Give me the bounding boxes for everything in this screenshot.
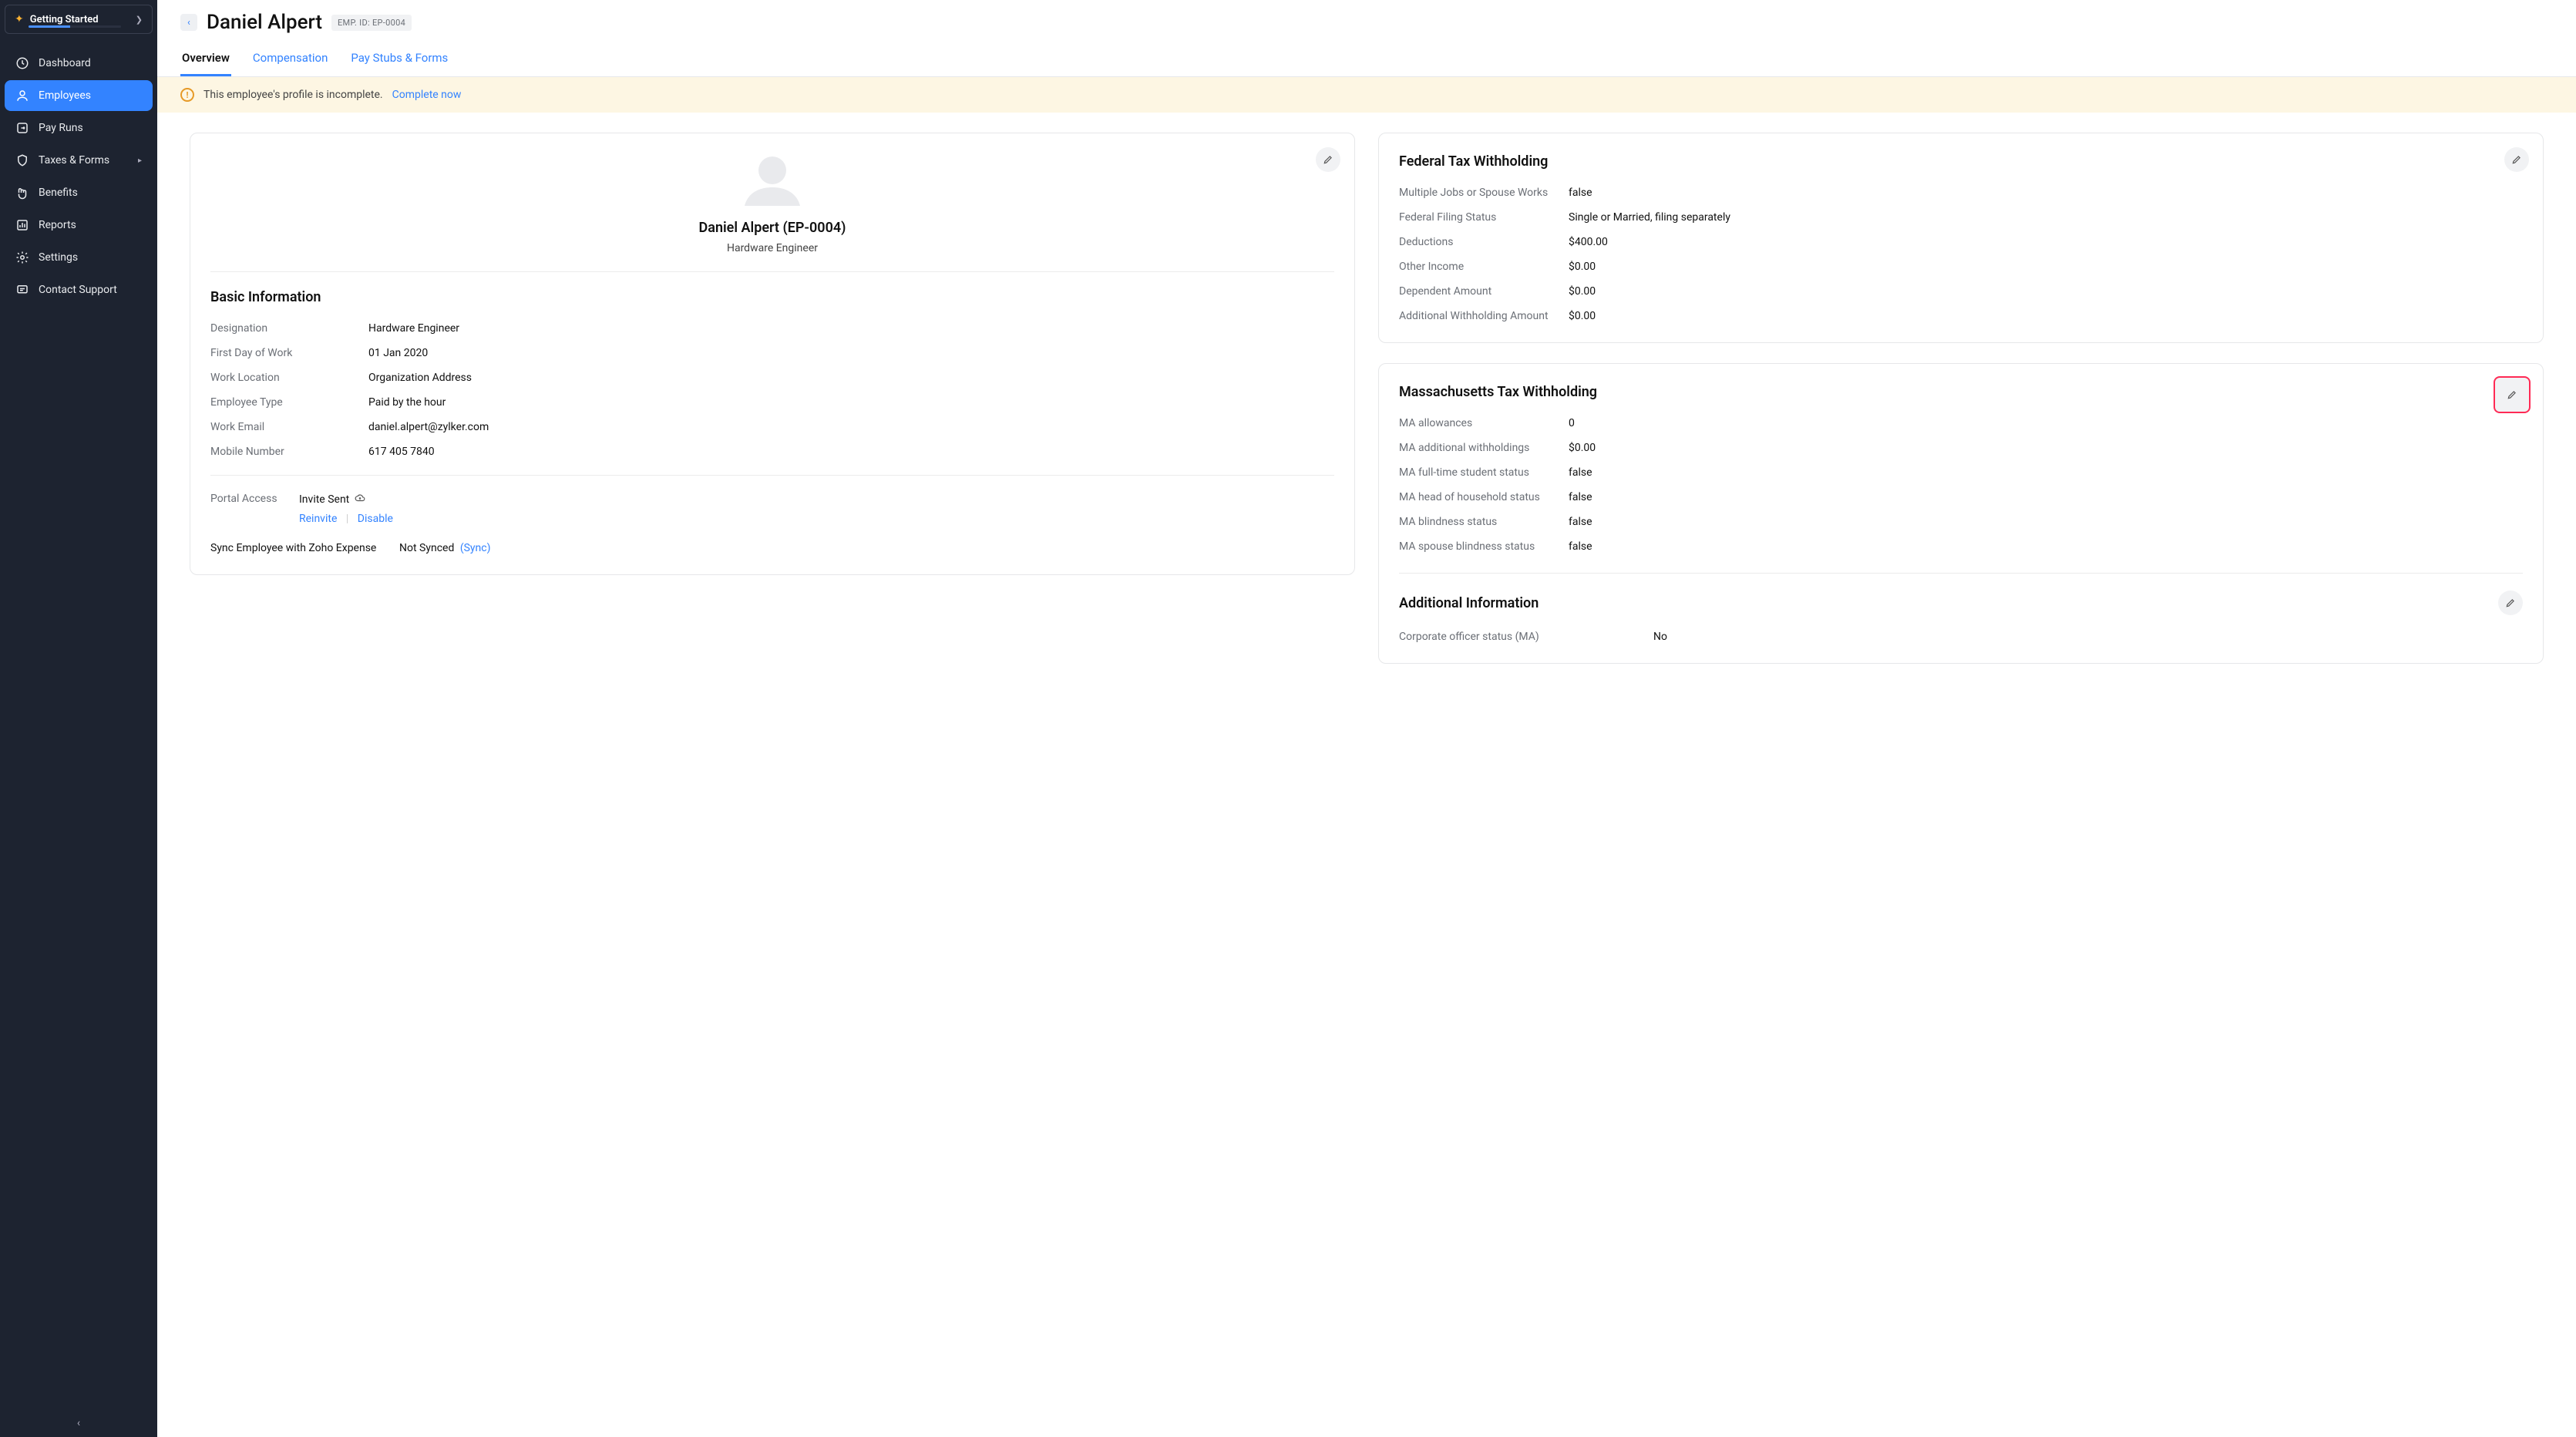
pencil-icon	[2511, 154, 2522, 165]
additional-rows: Corporate officer status (MA)No	[1399, 631, 2523, 643]
tab-compensation[interactable]: Compensation	[251, 45, 329, 76]
table-row: Multiple Jobs or Spouse Worksfalse	[1399, 187, 2523, 199]
main-content: ‹ Daniel Alpert EMP. ID: EP-0004 Overvie…	[157, 0, 2576, 1437]
shield-icon	[15, 153, 29, 167]
tab-paystubs[interactable]: Pay Stubs & Forms	[349, 45, 449, 76]
avatar	[738, 153, 806, 206]
mass-heading: Massachusetts Tax Withholding	[1399, 384, 2523, 400]
profile-role: Hardware Engineer	[210, 242, 1334, 254]
table-row: Deductions$400.00	[1399, 236, 2523, 248]
sidebar-item-label: Contact Support	[39, 284, 117, 296]
edit-additional-button[interactable]	[2498, 591, 2523, 615]
alert-text: This employee's profile is incomplete.	[203, 89, 383, 101]
field-designation: DesignationHardware Engineer	[210, 322, 1334, 335]
mass-rows: MA allowances0 MA additional withholding…	[1399, 417, 2523, 553]
chat-icon	[15, 283, 29, 297]
person-icon	[15, 89, 29, 103]
caret-right-icon: ▸	[138, 156, 142, 165]
clock-icon	[15, 56, 29, 70]
pencil-icon	[2505, 597, 2516, 608]
field-email: Work Emaildaniel.alpert@zylker.com	[210, 421, 1334, 433]
edit-federal-button[interactable]	[2504, 147, 2529, 172]
portal-status: Invite Sent	[299, 493, 349, 506]
sidebar-item-payruns[interactable]: Pay Runs	[5, 113, 153, 143]
sidebar-item-benefits[interactable]: Benefits	[5, 177, 153, 208]
federal-rows: Multiple Jobs or Spouse Worksfalse Feder…	[1399, 187, 2523, 322]
field-mobile: Mobile Number617 405 7840	[210, 446, 1334, 458]
sidebar-collapse-button[interactable]: ‹	[0, 1409, 157, 1437]
sidebar-item-label: Benefits	[39, 187, 78, 199]
sync-label: Sync Employee with Zoho Expense	[210, 542, 399, 554]
sidebar-item-taxes[interactable]: Taxes & Forms ▸	[5, 145, 153, 176]
getting-started-card[interactable]: ✦ Getting Started ❯	[5, 5, 153, 34]
portal-access-label: Portal Access	[210, 493, 299, 505]
table-row: MA head of household statusfalse	[1399, 491, 2523, 503]
chevron-right-icon: ❯	[136, 15, 143, 25]
table-row: Corporate officer status (MA)No	[1399, 631, 2523, 643]
federal-tax-card: Federal Tax Withholding Multiple Jobs or…	[1378, 133, 2544, 343]
sidebar-item-reports[interactable]: Reports	[5, 210, 153, 241]
sidebar-item-dashboard[interactable]: Dashboard	[5, 48, 153, 79]
table-row: Federal Filing StatusSingle or Married, …	[1399, 211, 2523, 224]
progress-bar	[29, 25, 121, 28]
chevron-left-icon: ‹	[187, 17, 190, 29]
federal-heading: Federal Tax Withholding	[1399, 153, 2523, 170]
disable-link[interactable]: Disable	[358, 513, 393, 525]
sidebar-item-settings[interactable]: Settings	[5, 242, 153, 273]
sync-status: Not Synced	[399, 542, 454, 554]
employee-name: Daniel Alpert	[207, 11, 322, 34]
field-location: Work LocationOrganization Address	[210, 372, 1334, 384]
table-row: MA blindness statusfalse	[1399, 516, 2523, 528]
tabs: Overview Compensation Pay Stubs & Forms	[157, 34, 2576, 77]
table-row: Additional Withholding Amount$0.00	[1399, 310, 2523, 322]
table-row: MA additional withholdings$0.00	[1399, 442, 2523, 454]
table-row: Other Income$0.00	[1399, 261, 2523, 273]
basic-info-heading: Basic Information	[210, 289, 1334, 305]
sidebar-item-label: Pay Runs	[39, 122, 83, 134]
sidebar-nav: Dashboard Employees Pay Runs Taxes & For…	[0, 43, 157, 310]
table-row: Dependent Amount$0.00	[1399, 285, 2523, 298]
profile-title: Daniel Alpert (EP-0004)	[210, 220, 1334, 236]
gear-icon	[15, 251, 29, 264]
page-header: ‹ Daniel Alpert EMP. ID: EP-0004	[157, 0, 2576, 34]
table-row: MA full-time student statusfalse	[1399, 466, 2523, 479]
field-first-day: First Day of Work01 Jan 2020	[210, 347, 1334, 359]
complete-now-link[interactable]: Complete now	[392, 89, 462, 101]
sidebar: ✦ Getting Started ❯ Dashboard Employees …	[0, 0, 157, 1437]
tab-overview[interactable]: Overview	[180, 45, 231, 76]
pencil-icon	[1323, 154, 1333, 165]
additional-heading: Additional Information	[1399, 595, 2498, 611]
sidebar-item-label: Employees	[39, 89, 91, 102]
sidebar-item-label: Taxes & Forms	[39, 154, 109, 167]
chart-icon	[15, 218, 29, 232]
sidebar-item-employees[interactable]: Employees	[5, 80, 153, 111]
sparkle-icon: ✦	[15, 13, 24, 25]
sidebar-item-label: Reports	[39, 219, 76, 231]
hand-icon	[15, 186, 29, 200]
warning-icon: !	[180, 88, 194, 102]
incomplete-profile-alert: ! This employee's profile is incomplete.…	[157, 77, 2576, 113]
edit-profile-button[interactable]	[1316, 147, 1340, 172]
mass-tax-card: Massachusetts Tax Withholding MA allowan…	[1378, 363, 2544, 664]
pencil-icon	[2507, 389, 2517, 400]
sidebar-item-label: Dashboard	[39, 57, 91, 69]
sync-link[interactable]: (Sync)	[460, 542, 491, 554]
employee-id-badge: EMP. ID: EP-0004	[331, 15, 412, 31]
getting-started-label: Getting Started	[30, 14, 129, 25]
reinvite-link[interactable]: Reinvite	[299, 513, 337, 525]
arrow-out-icon	[15, 121, 29, 135]
table-row: MA allowances0	[1399, 417, 2523, 429]
sidebar-item-support[interactable]: Contact Support	[5, 274, 153, 305]
field-emp-type: Employee TypePaid by the hour	[210, 396, 1334, 409]
profile-card: Daniel Alpert (EP-0004) Hardware Enginee…	[190, 133, 1355, 575]
sidebar-item-label: Settings	[39, 251, 78, 264]
edit-mass-button[interactable]	[2495, 378, 2529, 412]
table-row: MA spouse blindness statusfalse	[1399, 540, 2523, 553]
cloud-icon	[354, 493, 366, 506]
chevron-left-icon: ‹	[77, 1417, 80, 1429]
back-button[interactable]: ‹	[180, 14, 197, 31]
